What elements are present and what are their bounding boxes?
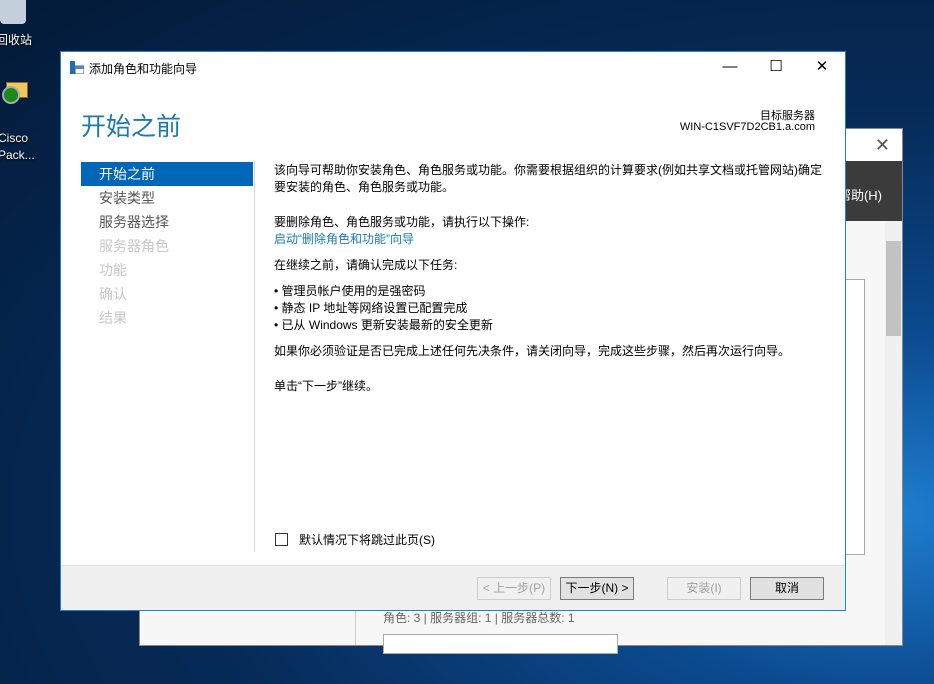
page-title: 开始之前 xyxy=(81,113,182,141)
verify-text: 如果你必须验证是否已完成上述任何先决条件，请关闭向导，完成这些步骤，然后再次运行… xyxy=(274,344,791,358)
minimize-button[interactable]: — xyxy=(707,52,753,82)
cisco-packet-tracer-icon[interactable] xyxy=(2,80,32,116)
wizard-content: 该向导可帮助你安装角色、角色服务或功能。你需要根据组织的计算要求(例如共享文档或… xyxy=(274,162,829,395)
scrollbar-thumb[interactable] xyxy=(886,241,901,336)
nav-item-confirmation: 确认 xyxy=(99,286,127,302)
nav-divider xyxy=(254,162,255,552)
skip-page-checkbox[interactable] xyxy=(275,533,288,546)
nav-item-installation-type[interactable]: 安装类型 xyxy=(81,186,253,210)
cancel-button[interactable]: 取消 xyxy=(750,577,824,600)
skip-page-label[interactable]: 默认情况下将跳过此页(S) xyxy=(299,531,435,548)
install-button[interactable]: 安装(I) xyxy=(667,577,741,600)
task-item: • 静态 IP 地址等网络设置已配置完成 xyxy=(274,301,468,315)
close-icon[interactable]: ✕ xyxy=(875,135,890,156)
maximize-button[interactable]: ☐ xyxy=(753,52,799,82)
filter-box[interactable] xyxy=(383,634,618,654)
close-button[interactable]: ✕ xyxy=(799,52,845,82)
recycle-bin-icon[interactable] xyxy=(0,0,26,24)
nav-item-features: 功能 xyxy=(99,262,127,278)
nav-item-results: 结果 xyxy=(99,310,127,326)
cisco-packet-tracer-label[interactable]: Cisco Pack... xyxy=(0,130,35,164)
target-server-value: WIN-C1SVF7D2CB1.a.com xyxy=(679,121,815,133)
nav-item-before-you-begin[interactable]: 开始之前 xyxy=(81,162,253,186)
remove-text: 要删除角色、角色服务或功能，请执行以下操作: xyxy=(274,215,530,229)
scrollbar[interactable] xyxy=(885,221,902,645)
nav-item-server-roles: 服务器角色 xyxy=(99,238,169,254)
add-roles-wizard: 添加角色和功能向导 — ☐ ✕ 开始之前 目标服务器 WIN-C1SVF7D2C… xyxy=(60,51,846,611)
next-button[interactable]: 下一步(N) > xyxy=(560,577,634,600)
remove-wizard-link[interactable]: 启动“删除角色和功能”向导 xyxy=(274,231,829,248)
status-text: 角色: 3 | 服务器组: 1 | 服务器总数: 1 xyxy=(383,611,575,625)
task-item: • 已从 Windows 更新安装最新的安全更新 xyxy=(274,318,493,332)
nav-item-server-selection[interactable]: 服务器选择 xyxy=(81,210,253,234)
wizard-app-icon xyxy=(70,61,84,74)
intro-text: 该向导可帮助你安装角色、角色服务或功能。你需要根据组织的计算要求(例如共享文档或… xyxy=(274,163,822,194)
continue-text: 单击“下一步”继续。 xyxy=(274,379,378,393)
wizard-footer: < 上一步(P) 下一步(N) > 安装(I) 取消 xyxy=(61,565,845,610)
task-item: • 管理员帐户使用的是强密码 xyxy=(274,284,426,298)
previous-button[interactable]: < 上一步(P) xyxy=(477,577,551,600)
recycle-bin-label[interactable]: 回收站 xyxy=(0,31,32,48)
wizard-nav: 开始之前 安装类型 服务器选择 服务器角色 功能 确认 结果 xyxy=(81,162,253,330)
window-title: 添加角色和功能向导 xyxy=(89,62,198,76)
before-text: 在继续之前，请确认完成以下任务: xyxy=(274,258,458,272)
